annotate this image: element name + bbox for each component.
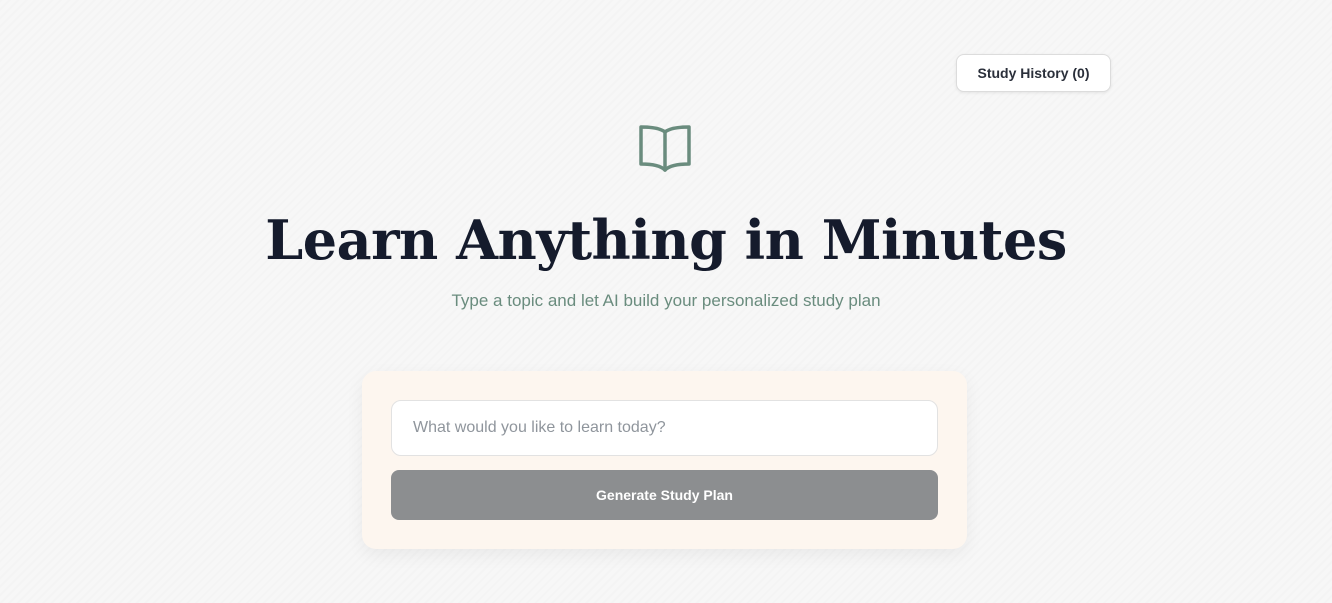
study-history-button[interactable]: Study History (0) — [956, 54, 1111, 92]
book-open-icon — [636, 122, 694, 176]
page-subtitle: Type a topic and let AI build your perso… — [451, 291, 881, 310]
study-plan-form: Generate Study Plan — [362, 371, 967, 549]
page-title: Learn Anything in Minutes — [265, 208, 1067, 272]
generate-study-plan-button[interactable]: Generate Study Plan — [391, 470, 938, 520]
topic-input[interactable] — [391, 400, 938, 456]
